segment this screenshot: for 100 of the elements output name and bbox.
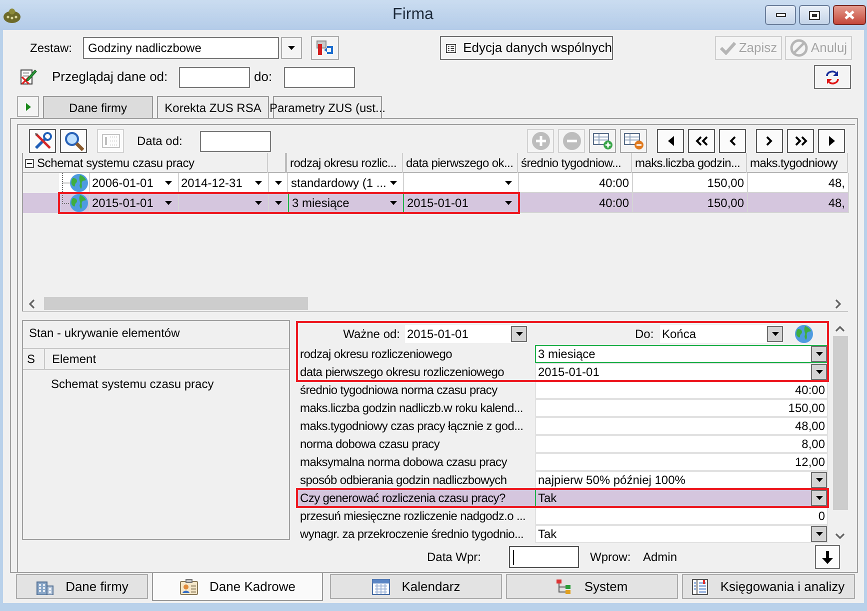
table-add-icon (592, 132, 612, 150)
building-icon (36, 578, 54, 594)
toolbar-button[interactable] (787, 129, 814, 153)
beetle-icon (3, 8, 21, 22)
toolbar-button[interactable] (756, 129, 783, 153)
valid-from-label: Ważne od: (342, 326, 401, 342)
tab[interactable]: Dane Kadrowe (152, 573, 323, 601)
text-cursor (513, 550, 514, 564)
icon-button[interactable] (311, 36, 339, 60)
property-row[interactable]: sposób odbierania godzin nadliczbowych najpierw 50% później 100% (297, 471, 828, 489)
date-field[interactable] (284, 66, 355, 88)
number-field[interactable]: 48,00 (535, 417, 828, 435)
prohibited-icon (790, 39, 808, 57)
set-label: Zestaw: (30, 40, 74, 57)
toolbar-button[interactable] (818, 129, 845, 153)
combo-field[interactable]: 2015-01-01 (405, 324, 527, 342)
caret-icon (390, 180, 397, 184)
number-field[interactable]: 8,00 (535, 435, 828, 453)
table-row[interactable]: 2015-01-01 3 miesiące 2015-01-01 40:00 150,00 48, (23, 193, 848, 213)
tab[interactable]: Księgowania i analizy (682, 574, 855, 599)
maximize-button[interactable] (799, 5, 830, 25)
property-row[interactable]: średnio tygodniowa norma czasu pracy 40:00 (297, 381, 828, 399)
triangle-left-icon (668, 136, 674, 146)
close-button[interactable] (833, 5, 866, 25)
date-field[interactable] (179, 66, 250, 88)
combo-cell[interactable]: 2015-01-01 (89, 193, 179, 213)
globe-icon (795, 324, 813, 342)
combo-cell[interactable]: 2006-01-01 (89, 173, 179, 193)
shared-data-button[interactable]: Edycja danych wspólnych (440, 36, 613, 60)
property-label: maks.liczba godzin nadliczb.w roku kalend... (299, 400, 524, 417)
dropdown-button[interactable] (811, 364, 827, 380)
combo-field[interactable]: Godziny nadliczbowe (83, 37, 279, 59)
tab[interactable]: Kalendarz (330, 574, 502, 599)
caret-icon (390, 201, 397, 205)
date-from-label: Data od: (137, 133, 184, 150)
column-header[interactable]: Element (45, 349, 289, 369)
dropdown-button[interactable] (767, 326, 783, 342)
double-chevron-left-icon (694, 136, 708, 146)
expand-button[interactable] (17, 96, 39, 117)
toolbar-button[interactable] (60, 129, 87, 153)
combo-cell[interactable]: 2014-12-31 (179, 173, 269, 193)
move-down-button[interactable] (815, 545, 840, 569)
caret-icon (772, 332, 778, 336)
caret-icon (505, 200, 512, 204)
to-label: do: (254, 68, 274, 86)
scrollbar-thumb[interactable] (44, 297, 308, 310)
caret-icon (255, 180, 262, 184)
chevron-down-icon (835, 531, 845, 539)
combo-cell[interactable]: 3 miesiące (288, 193, 404, 213)
dropdown-button[interactable] (811, 490, 827, 506)
entry-date-label: Data Wpr: (427, 549, 482, 566)
caret-icon (288, 46, 295, 50)
tab[interactable]: Dane firmy (16, 574, 148, 599)
toolbar-button[interactable] (29, 129, 56, 153)
entered-by-label: Wprow: (590, 549, 632, 566)
property-row[interactable]: wynagr. za przekroczenie średnio tygodnio... Tak (297, 525, 828, 543)
date-field[interactable] (200, 130, 271, 152)
combo-field[interactable]: najpierw 50% później 100% (535, 471, 828, 489)
property-label: wynagr. za przekroczenie średnio tygodnio... (299, 526, 525, 543)
triangle-right-icon (26, 102, 30, 110)
dropdown-button[interactable] (281, 37, 302, 59)
caret-icon (816, 496, 822, 500)
toolbar-button[interactable] (719, 129, 746, 153)
toolbar-button[interactable] (657, 129, 684, 153)
combo-field[interactable]: 3 miesiące (535, 345, 828, 363)
dropdown-button[interactable] (811, 526, 827, 542)
id-card-icon (180, 578, 198, 594)
combo-field[interactable]: 2015-01-01 (535, 363, 828, 381)
tab[interactable]: Parametry ZUS (ust... (273, 96, 382, 118)
dropdown-button[interactable] (811, 472, 827, 488)
globe-icon (70, 194, 88, 212)
dropdown-button[interactable] (811, 346, 827, 362)
dropdown-button[interactable] (511, 326, 527, 342)
refresh-button[interactable] (814, 65, 851, 89)
combo-cell[interactable]: standardowy (1 ... (288, 173, 404, 193)
minimize-button[interactable] (765, 5, 796, 25)
list-icon (446, 42, 456, 54)
table-row[interactable]: 2006-01-01 2014-12-31 standardowy (1 ... 40:00 150,00 48, (23, 173, 848, 193)
number-field[interactable]: 40:00 (535, 381, 828, 399)
number-field[interactable]: 12,00 (535, 453, 828, 471)
minimize-icon (776, 13, 786, 17)
number-field[interactable]: 0 (535, 507, 828, 525)
table-cell: 150,00 (633, 193, 748, 213)
property-label: Czy generować rozliczenia czasu pracy? (299, 490, 506, 507)
caret-icon (816, 370, 822, 374)
combo-field[interactable]: Końca (660, 324, 783, 342)
combo-field[interactable]: Tak (535, 525, 828, 543)
combo-cell[interactable]: 2015-01-01 (404, 193, 519, 213)
number-field[interactable]: 150,00 (535, 399, 828, 417)
tab[interactable]: Korekta ZUS RSA (157, 96, 269, 118)
date-field[interactable] (509, 546, 579, 568)
column-header[interactable]: S (23, 349, 45, 369)
chevron-left-icon (28, 298, 36, 308)
toolbar-button[interactable] (688, 129, 715, 153)
tab[interactable]: Dane firmy (43, 96, 153, 118)
search-icon (64, 131, 84, 151)
tab[interactable]: System (506, 574, 678, 599)
triangle-right-icon (828, 136, 834, 146)
scrollbar-thumb[interactable] (832, 336, 848, 510)
maximize-icon (809, 10, 820, 20)
